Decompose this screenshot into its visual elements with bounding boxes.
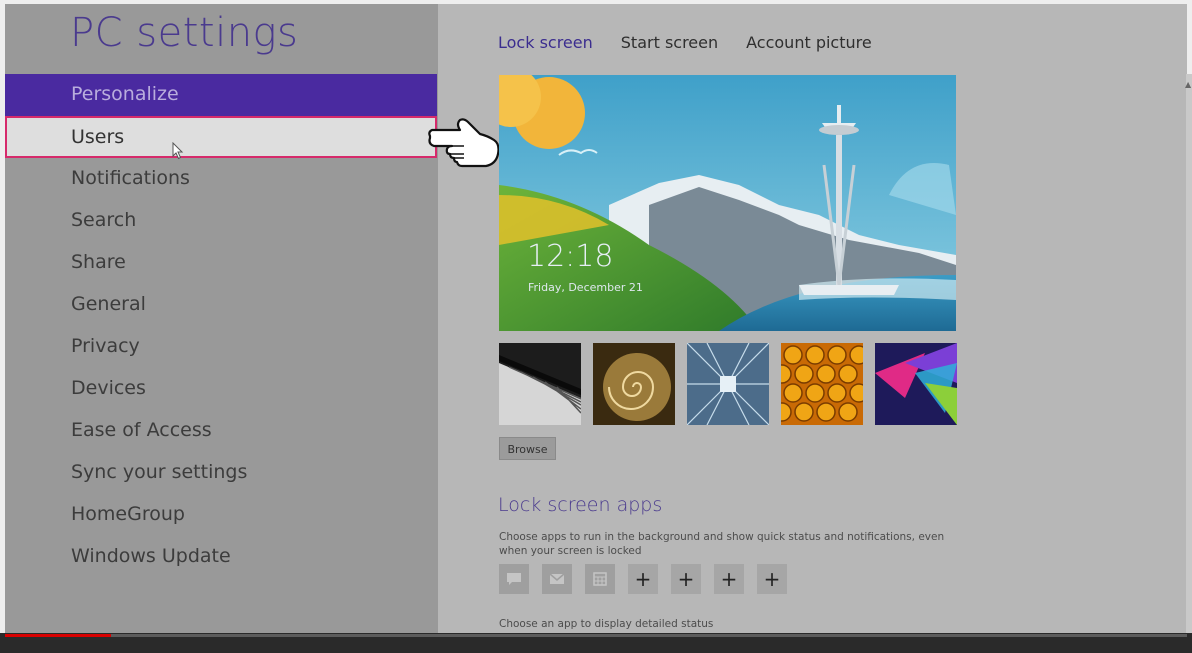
sidebar-item-users[interactable]: Users	[5, 116, 437, 158]
tab-start-screen[interactable]: Start screen	[621, 33, 718, 52]
sidebar-item-personalize[interactable]: Personalize	[5, 74, 437, 116]
sidebar-item-privacy[interactable]: Privacy	[5, 326, 437, 368]
tab-lock-screen[interactable]: Lock screen	[498, 33, 593, 52]
settings-tabs: Lock screen Start screen Account picture	[498, 33, 872, 52]
sidebar-item-homegroup[interactable]: HomeGroup	[5, 494, 437, 536]
video-progress-fill	[5, 634, 112, 637]
detailed-status-label: Choose an app to display detailed status	[499, 618, 714, 630]
thumbnail-colored-triangles[interactable]	[875, 343, 957, 425]
sidebar-item-search[interactable]: Search	[5, 200, 437, 242]
add-app-button-3[interactable]: +	[714, 564, 744, 594]
add-app-button-2[interactable]: +	[671, 564, 701, 594]
tab-account-picture[interactable]: Account picture	[746, 33, 872, 52]
background-thumbnails	[499, 343, 957, 425]
lock-screen-preview: 12:18 Friday, December 21	[499, 75, 956, 331]
pointing-hand-icon	[428, 118, 500, 168]
lock-screen-apps-heading: Lock screen apps	[498, 494, 663, 516]
message-icon[interactable]	[499, 564, 529, 594]
scroll-up-icon[interactable]: ▲	[1185, 80, 1191, 89]
preview-date: Friday, December 21	[528, 281, 643, 294]
add-app-button-4[interactable]: +	[757, 564, 787, 594]
mouse-cursor-icon	[172, 142, 184, 160]
add-app-button-1[interactable]: +	[628, 564, 658, 594]
thumbnail-piano-keys[interactable]	[499, 343, 581, 425]
thumbnail-tunnel-lines[interactable]	[687, 343, 769, 425]
sidebar-item-share[interactable]: Share	[5, 242, 437, 284]
thumbnail-honeycomb[interactable]	[781, 343, 863, 425]
sidebar-item-notifications[interactable]: Notifications	[5, 158, 437, 200]
scrollbar[interactable]	[1186, 74, 1192, 634]
sidebar-item-general[interactable]: General	[5, 284, 437, 326]
lock-screen-apps-description: Choose apps to run in the background and…	[499, 531, 945, 557]
mail-icon[interactable]	[542, 564, 572, 594]
calendar-icon[interactable]	[585, 564, 615, 594]
preview-clock: 12:18	[527, 239, 614, 274]
sidebar-item-sync-settings[interactable]: Sync your settings	[5, 452, 437, 494]
browse-button[interactable]: Browse	[499, 437, 556, 460]
sidebar-item-windows-update[interactable]: Windows Update	[5, 536, 437, 578]
sidebar-item-devices[interactable]: Devices	[5, 368, 437, 410]
video-progress-track[interactable]	[5, 634, 1187, 637]
thumbnail-nautilus-shell[interactable]	[593, 343, 675, 425]
sidebar-item-ease-of-access[interactable]: Ease of Access	[5, 410, 437, 452]
settings-nav: Personalize Users Notifications Search S…	[5, 74, 437, 578]
app-title: PC settings	[70, 10, 299, 56]
lock-screen-app-slots: + + + +	[499, 564, 787, 594]
